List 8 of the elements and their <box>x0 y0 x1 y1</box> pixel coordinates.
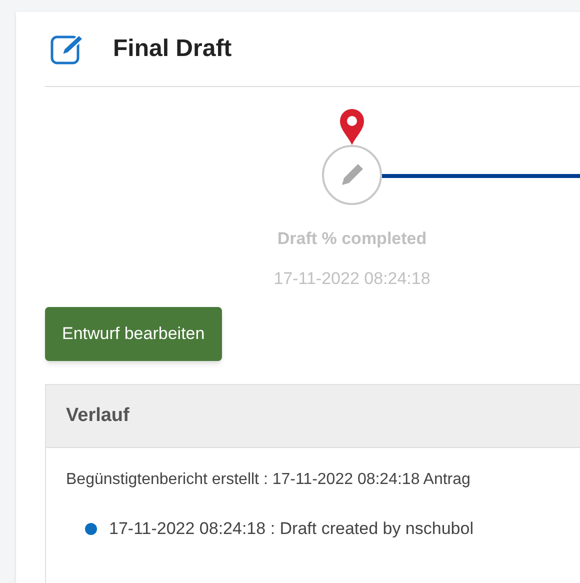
card-title: Final Draft <box>113 34 232 64</box>
step-date: 17-11-2022 08:24:18 <box>274 268 430 290</box>
history-title: Verlauf <box>66 404 130 428</box>
history-entry: 17-11-2022 08:24:18 : Draft created by nschubol <box>109 518 474 540</box>
step-label: Draft % completed <box>277 228 427 250</box>
edit-draft-button[interactable]: Entwurf bearbeiten <box>45 307 222 361</box>
pencil-icon <box>339 162 365 188</box>
history-summary: Begünstigtenbericht erstellt : 17-11-2022 08:24:18 Antrag <box>66 470 472 490</box>
